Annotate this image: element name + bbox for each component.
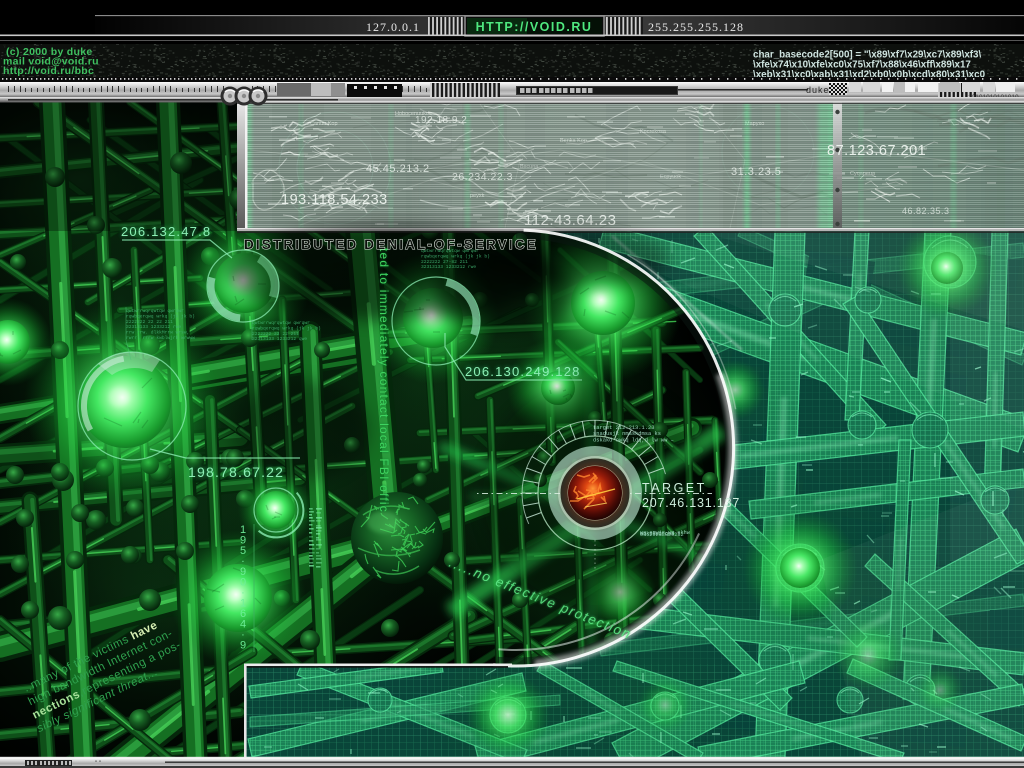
svg-text:32313133 1233212 rwe: 32313133 1233212 rwe bbox=[126, 324, 181, 330]
svg-text:127.0.0.1: 127.0.0.1 bbox=[366, 20, 420, 34]
svg-text:rqwbqerqwq wrkq (jk jk b): rqwbqerqwq wrkq (jk jk b) bbox=[126, 313, 195, 319]
svg-text:qwtwrrwqrqwtqw qwrqwr: qwtwrrwqrqwtqw qwrqwr bbox=[126, 308, 184, 314]
svg-text:qwtwrrwqrqwtqw qwrqwr: qwtwrrwqrqwtqw qwrqwr bbox=[252, 320, 310, 326]
svg-text:2222222 27-82 211: 2222222 27-82 211 bbox=[421, 259, 468, 265]
svg-text:46.82.35.3: 46.82.35.3 bbox=[902, 206, 950, 216]
svg-text:206.130.249.128: 206.130.249.128 bbox=[465, 364, 581, 379]
svg-text:207.46.131.137: 207.46.131.137 bbox=[642, 496, 740, 510]
svg-text:target 212.213.1.23: target 212.213.1.23 bbox=[593, 425, 654, 431]
svg-text:206.132.47.8: 206.132.47.8 bbox=[121, 224, 211, 239]
svg-text:duke: duke bbox=[806, 85, 830, 95]
svg-text:198.78.67.22: 198.78.67.22 bbox=[188, 464, 284, 480]
svg-text:87.123.67.201: 87.123.67.201 bbox=[827, 143, 926, 159]
svg-text:255.255.255.128: 255.255.255.128 bbox=[648, 20, 744, 34]
svg-text:112.43.64.23: 112.43.64.23 bbox=[524, 212, 616, 229]
svg-text:dskakd owkq ldq,d lw ww –: dskakd owkq ldq,d lw ww – bbox=[593, 437, 674, 443]
svg-text:snadusjk nmaskdmsa ks: snadusjk nmaskdmsa ks bbox=[593, 431, 661, 437]
svg-text:HTTP://VOID.RU: HTTP://VOID.RU bbox=[476, 20, 593, 34]
svg-text:rqwbqerqwq wrkq (jk jk b): rqwbqerqwq wrkq (jk jk b) bbox=[252, 325, 321, 331]
svg-text:rqwbqerqwq wrkq (jk jk b): rqwbqerqwq wrkq (jk jk b) bbox=[421, 253, 490, 259]
svg-text:2222222 22 22 211: 2222222 22 22 211 bbox=[126, 319, 173, 325]
svg-text:26.234.22.3: 26.234.22.3 bbox=[452, 171, 513, 183]
svg-text:TARGET: TARGET bbox=[642, 481, 707, 495]
svg-text:45.45.213.2: 45.45.213.2 bbox=[366, 163, 430, 175]
svg-text:00620298020282: 00620298020282 bbox=[640, 532, 684, 538]
svg-text:32313133 1233212 qwe: 32313133 1233212 qwe bbox=[252, 336, 307, 342]
svg-text:32313133 1233212 rwe: 32313133 1233212 rwe bbox=[421, 264, 476, 270]
svg-text:193.118.54.233: 193.118.54.233 bbox=[281, 192, 388, 208]
svg-text:ted to immediately contact loc: ted to immediately contact local FBI off… bbox=[377, 248, 391, 513]
svg-text:rrw rrw. dlkkMrrw wrsw,: rrw rrw. dlkkMrrw wrsw, bbox=[126, 330, 189, 336]
svg-text:" ": " " bbox=[95, 761, 101, 767]
svg-text:31.3.23.5: 31.3.23.5 bbox=[731, 166, 781, 178]
svg-text:rwrrl rrrw kwblwjrh wrwww: rwrrl rrrw kwblwjrh wrwww bbox=[126, 335, 195, 341]
svg-text:192.18.9.2: 192.18.9.2 bbox=[415, 115, 467, 126]
svg-text:http://void.ru/bbc: http://void.ru/bbc bbox=[3, 65, 94, 77]
svg-text:DISTRIBUTED DENIAL-OF-SERVICE: DISTRIBUTED DENIAL-OF-SERVICE bbox=[244, 237, 538, 252]
svg-text:2222222 22 22 211: 2222222 22 22 211 bbox=[252, 331, 299, 337]
svg-text:9: 9 bbox=[240, 640, 246, 652]
